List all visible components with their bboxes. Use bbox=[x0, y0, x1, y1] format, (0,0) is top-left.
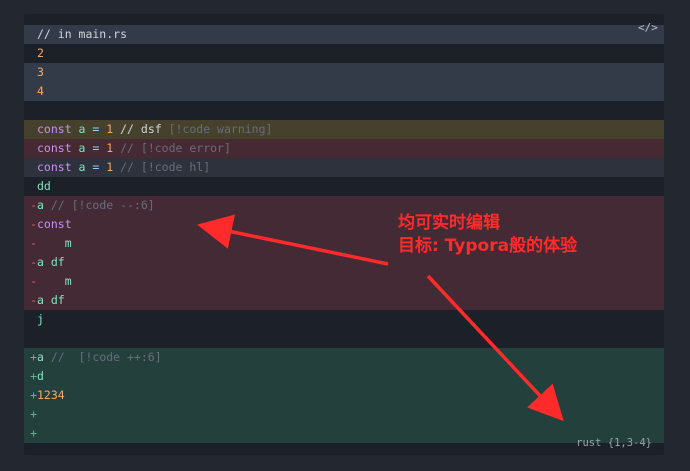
code-token: a bbox=[37, 350, 44, 364]
line-gutter: - bbox=[30, 217, 37, 231]
code-token: m bbox=[37, 274, 72, 288]
code-line[interactable] bbox=[24, 101, 664, 120]
line-gutter: - bbox=[30, 255, 37, 269]
code-line[interactable]: // in main.rs bbox=[24, 25, 664, 44]
code-line[interactable]: 4 bbox=[24, 82, 664, 101]
code-token: 3 bbox=[37, 65, 44, 79]
language-label: rust {1,3-4} bbox=[576, 437, 652, 449]
code-line[interactable]: const a = 1 // [!code error] bbox=[24, 139, 664, 158]
code-token: // [!code --:6] bbox=[43, 198, 155, 212]
code-line[interactable]: 3 bbox=[24, 63, 664, 82]
code-line[interactable]: -a df bbox=[24, 291, 664, 310]
code-token: a df bbox=[37, 293, 65, 307]
line-gutter: - bbox=[30, 274, 37, 288]
code-line[interactable]: +d bbox=[24, 367, 664, 386]
line-gutter: - bbox=[30, 293, 37, 307]
code-token: const bbox=[37, 141, 79, 155]
code-icon[interactable]: </> bbox=[638, 21, 658, 35]
code-token: dd bbox=[37, 179, 51, 193]
code-line[interactable]: +a // [!code ++:6] bbox=[24, 348, 664, 367]
code-token: [!code warning] bbox=[168, 122, 273, 136]
code-token: // in main.rs bbox=[37, 27, 128, 41]
code-token: const bbox=[37, 217, 72, 231]
code-token: = bbox=[85, 122, 107, 136]
code-line[interactable]: const a = 1 // dsf [!code warning] bbox=[24, 120, 664, 139]
code-token: 2 bbox=[37, 46, 44, 60]
code-token: a df bbox=[37, 255, 65, 269]
line-gutter: - bbox=[30, 198, 37, 212]
code-line[interactable]: j bbox=[24, 310, 664, 329]
code-token: // [!code hl] bbox=[113, 160, 211, 174]
code-token: d bbox=[37, 369, 44, 383]
annotation-line-1: 均可实时编辑 bbox=[398, 213, 500, 233]
code-token: 1234 bbox=[37, 388, 65, 402]
line-gutter: + bbox=[30, 369, 37, 383]
code-line[interactable]: const a = 1 // [!code hl] bbox=[24, 158, 664, 177]
code-line[interactable]: +1234 bbox=[24, 386, 664, 405]
code-line[interactable] bbox=[24, 329, 664, 348]
code-token: = bbox=[85, 160, 107, 174]
line-gutter: + bbox=[30, 407, 37, 421]
code-token: m bbox=[37, 236, 72, 250]
annotation-line-2: 目标: Typora般的体验 bbox=[398, 236, 578, 256]
code-line[interactable]: 2 bbox=[24, 44, 664, 63]
code-line[interactable]: + bbox=[24, 405, 664, 424]
code-line[interactable]: + bbox=[24, 424, 664, 443]
code-token: = bbox=[85, 141, 107, 155]
line-gutter: + bbox=[30, 426, 37, 440]
code-token: // [!code ++:6] bbox=[43, 350, 162, 364]
line-gutter: + bbox=[30, 350, 37, 364]
code-token: // [!code error] bbox=[113, 141, 231, 155]
code-token: // dsf bbox=[113, 122, 169, 136]
line-gutter: + bbox=[30, 388, 37, 402]
code-token: const bbox=[37, 160, 79, 174]
code-token: a bbox=[37, 198, 44, 212]
code-token: j bbox=[37, 312, 44, 326]
code-token: 4 bbox=[37, 84, 44, 98]
code-line[interactable]: dd bbox=[24, 177, 664, 196]
code-line[interactable]: - m bbox=[24, 272, 664, 291]
line-gutter: - bbox=[30, 236, 37, 250]
code-token: const bbox=[37, 122, 79, 136]
